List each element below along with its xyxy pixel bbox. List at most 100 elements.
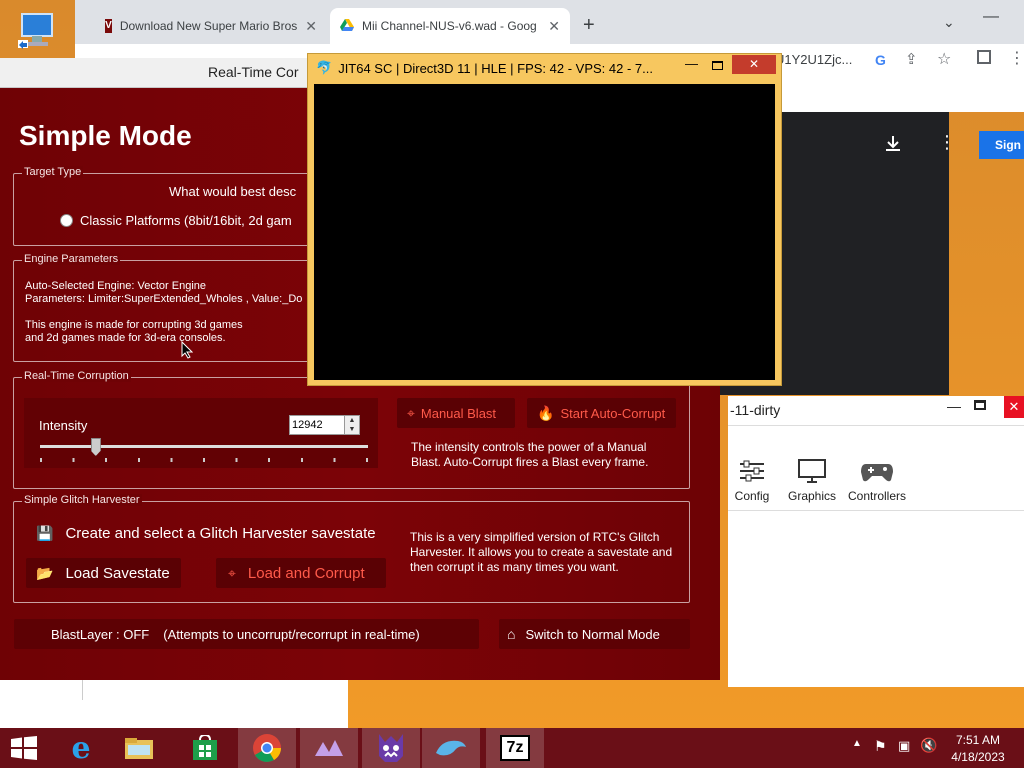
google-drive-icon xyxy=(340,18,354,34)
emulator-video-output[interactable] xyxy=(314,84,775,380)
chrome-menu-icon[interactable]: ⋮ xyxy=(1009,48,1024,68)
intensity-help-text: Blast. Auto-Corrupt fires a Blast every … xyxy=(411,455,649,469)
blastlayer-note: (Attempts to uncorrupt/recorrupt in real… xyxy=(163,626,420,642)
monitor-icon xyxy=(798,459,826,483)
load-savestate-button[interactable]: 📂 Load Savestate xyxy=(26,558,181,588)
bookmark-star-icon[interactable]: ☆ xyxy=(937,49,951,69)
chrome-taskbar-button[interactable] xyxy=(238,728,296,768)
dolphin-game-list[interactable] xyxy=(728,511,1024,687)
chrome-tab-drive[interactable]: Mii Channel-NUS-v6.wad - Goog ✕ xyxy=(330,8,570,44)
close-tab-icon[interactable]: ✕ xyxy=(297,18,317,35)
classic-platforms-radio[interactable] xyxy=(60,214,73,227)
internet-explorer-button[interactable]: e xyxy=(52,728,110,768)
crosshair-icon: ⌖ xyxy=(228,564,236,581)
graphics-label: Graphics xyxy=(787,489,837,503)
new-tab-button[interactable]: + xyxy=(583,14,595,37)
group-legend: Target Type xyxy=(22,166,84,178)
controllers-button[interactable]: Controllers xyxy=(845,458,909,503)
create-savestate-button[interactable]: 💾 Create and select a Glitch Harvester s… xyxy=(26,518,386,548)
controllers-label: Controllers xyxy=(847,489,907,503)
intensity-label: Intensity xyxy=(39,418,88,433)
more-options-icon[interactable]: ⋮ xyxy=(938,132,956,153)
close-icon[interactable]: ✕ xyxy=(1004,396,1024,418)
glitch-app-taskbar-button[interactable] xyxy=(362,728,420,768)
action-center-flag-icon[interactable]: ⚑ xyxy=(874,738,887,755)
blastlayer-toggle-button[interactable]: BlastLayer : OFF (Attempts to uncorrupt/… xyxy=(14,619,479,649)
crosshair-icon: ⌖ xyxy=(407,404,415,421)
clock-time: 7:51 AM xyxy=(955,733,1001,747)
show-hidden-icons-icon[interactable]: ▲ xyxy=(852,738,862,749)
download-icon[interactable] xyxy=(884,134,902,155)
engine-line: Auto-Selected Engine: Vector Engine xyxy=(25,280,207,292)
chrome-tab-title: Mii Channel-NUS-v6.wad - Goog xyxy=(362,19,537,33)
share-icon[interactable]: ⇪ xyxy=(905,50,918,68)
volume-muted-icon[interactable]: 🔇 xyxy=(920,737,937,754)
window-behind-strip xyxy=(82,680,348,700)
chevron-down-icon[interactable]: ⌄ xyxy=(943,14,955,31)
start-button[interactable] xyxy=(0,728,48,768)
minimize-icon[interactable]: — xyxy=(947,398,961,414)
7zip-icon: 7z xyxy=(500,735,530,761)
google-icon[interactable]: G xyxy=(875,52,886,68)
graphics-button[interactable]: Graphics xyxy=(786,458,838,503)
file-explorer-button[interactable] xyxy=(110,728,168,768)
chrome-tab-mario[interactable]: V Download New Super Mario Bros ✕ xyxy=(95,8,327,44)
manual-blast-label: Manual Blast xyxy=(420,405,497,421)
rtc-window-title: Real-Time Cor xyxy=(208,64,299,80)
maximize-icon[interactable] xyxy=(974,400,986,410)
chrome-icon xyxy=(253,734,281,762)
close-icon[interactable]: ✕ xyxy=(732,55,776,74)
classic-platforms-label[interactable]: Classic Platforms (8bit/16bit, 2d gam xyxy=(80,213,292,228)
taskbar: e 7z ▲ ⚑ ▣ 🔇 7:51 AM 4/18/2023 xyxy=(0,728,1024,768)
page-title: Simple Mode xyxy=(19,120,192,151)
target-question: What would best desc xyxy=(169,184,297,199)
site-favicon-icon: V xyxy=(105,19,112,33)
clock[interactable]: 7:51 AM 4/18/2023 xyxy=(946,733,1010,764)
engine-parameters-group: Engine Parameters Auto-Selected Engine: … xyxy=(13,253,313,362)
store-button[interactable] xyxy=(176,728,234,768)
dolphin-main-title: -11-dirty xyxy=(730,402,781,418)
harvester-help-text: Harvester. It allows you to create a sav… xyxy=(410,545,673,559)
intensity-stepper[interactable]: ▲ ▼ xyxy=(344,415,360,435)
engine-line: This engine is made for corrupting 3d ga… xyxy=(25,319,243,331)
dolphin-main-titlebar[interactable]: -11-dirty — ✕ xyxy=(728,396,1024,426)
realtime-corruption-group: Real-Time Corruption Intensity 12942 ▲ ▼ … xyxy=(13,370,690,489)
close-tab-icon[interactable]: ✕ xyxy=(540,18,560,35)
target-type-group: Target Type What would best desc Classic… xyxy=(13,166,313,246)
load-savestate-label: Load Savestate xyxy=(65,564,170,582)
intensity-input[interactable]: 12942 xyxy=(289,415,345,435)
minimize-icon[interactable]: — xyxy=(685,56,698,71)
config-icon xyxy=(740,460,764,482)
dolphin-icon xyxy=(436,740,466,756)
start-auto-corrupt-button[interactable]: 🔥 Start Auto-Corrupt xyxy=(527,398,676,428)
switch-normal-mode-button[interactable]: ⌂ Switch to Normal Mode xyxy=(499,619,690,649)
address-bar-text[interactable]: U1Y2U1Zjc... xyxy=(775,52,867,67)
dolphin-render-titlebar[interactable]: 🐬 JIT64 SC | Direct3D 11 | HLE | FPS: 42… xyxy=(308,54,781,82)
internet-explorer-icon: e xyxy=(71,730,91,766)
maximize-icon[interactable] xyxy=(712,61,723,70)
clock-date: 4/18/2023 xyxy=(951,750,1005,764)
load-and-corrupt-button[interactable]: ⌖ Load and Corrupt xyxy=(216,558,386,588)
sign-in-button[interactable]: Sign xyxy=(979,131,1024,159)
7zip-taskbar-button[interactable]: 7z xyxy=(486,728,544,768)
intensity-slider-thumb[interactable] xyxy=(90,438,101,456)
config-button[interactable]: Config xyxy=(734,458,770,503)
create-savestate-label: Create and select a Glitch Harvester sav… xyxy=(65,524,376,542)
intensity-slider-track[interactable] xyxy=(40,445,368,448)
rtc-taskbar-button[interactable] xyxy=(300,728,358,768)
home-icon: ⌂ xyxy=(507,626,516,642)
network-icon[interactable]: ▣ xyxy=(898,738,910,754)
manual-blast-button[interactable]: ⌖ Manual Blast xyxy=(397,398,515,428)
store-icon xyxy=(193,735,217,760)
side-panel-icon[interactable] xyxy=(977,50,991,64)
chrome-tab-strip: V Download New Super Mario Bros ✕ Mii Ch… xyxy=(75,0,1024,44)
dolphin-toolbar: Config Graphics Controllers xyxy=(728,426,1024,511)
blastlayer-status: BlastLayer : OFF xyxy=(51,626,150,642)
dolphin-icon: 🐬 xyxy=(316,60,333,75)
minimize-icon[interactable]: — xyxy=(983,8,999,26)
computer-desktop-icon[interactable] xyxy=(14,10,60,54)
glitch-monster-icon xyxy=(379,734,403,762)
slider-ticks xyxy=(40,458,368,462)
dolphin-taskbar-button[interactable] xyxy=(422,728,480,768)
windows-logo-icon xyxy=(11,736,37,760)
